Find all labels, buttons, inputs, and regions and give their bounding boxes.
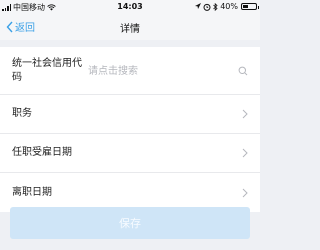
location-icon	[195, 3, 202, 9]
battery-percent: 40%	[220, 2, 238, 11]
save-button[interactable]: 保存	[10, 207, 250, 239]
nav-bar: 返回 详情	[0, 14, 260, 40]
chevron-right-icon	[242, 148, 248, 158]
chevron-right-icon	[242, 109, 248, 119]
alarm-icon	[203, 3, 211, 11]
status-bar: 中国移动 14:03 40%	[0, 0, 260, 14]
form-list: 统一社会信用代码 请点击搜索 职务 任职受雇日期 离职日期	[0, 47, 260, 212]
battery-icon	[241, 3, 259, 10]
search-icon[interactable]	[238, 66, 248, 76]
credit-code-row[interactable]: 统一社会信用代码 请点击搜索	[0, 47, 260, 95]
credit-code-label: 统一社会信用代码	[12, 57, 82, 83]
position-label: 职务	[12, 108, 32, 119]
hire-date-label: 任职受雇日期	[12, 147, 72, 158]
hire-date-row[interactable]: 任职受雇日期	[0, 134, 260, 173]
leave-date-label: 离职日期	[12, 186, 52, 198]
status-right: 40%	[195, 2, 259, 11]
chevron-right-icon	[242, 188, 248, 197]
battery-fill	[243, 5, 248, 8]
credit-code-search-input[interactable]: 请点击搜索	[88, 62, 138, 77]
bluetooth-icon	[213, 2, 218, 11]
page-title: 详情	[120, 24, 140, 35]
save-button-wrap: 保存	[10, 207, 250, 239]
position-row[interactable]: 职务	[0, 95, 260, 134]
